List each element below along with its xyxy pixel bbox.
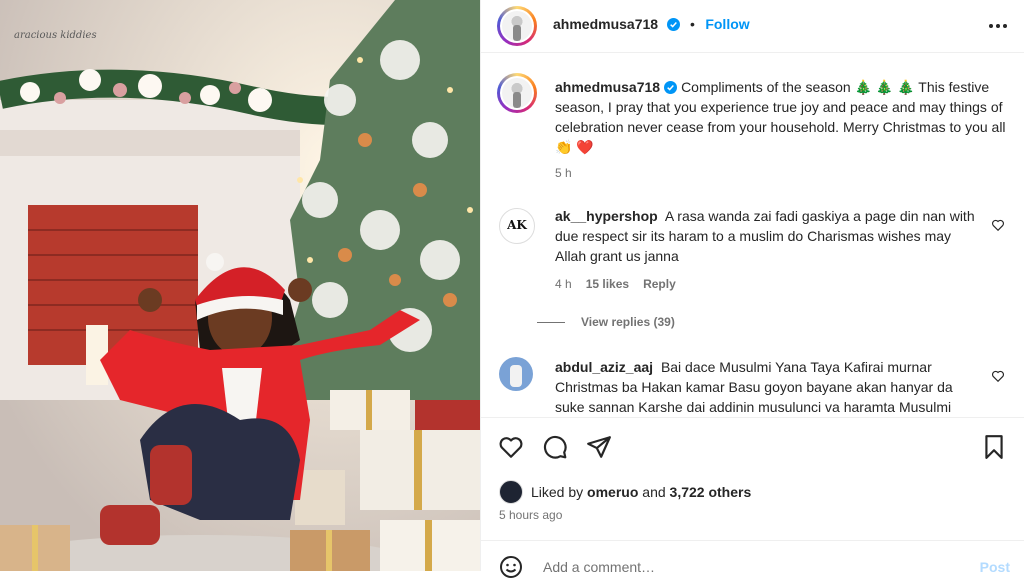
caption-time: 5 h bbox=[555, 166, 572, 180]
author-avatar[interactable] bbox=[497, 6, 537, 46]
add-comment-bar: Add a comment… Post bbox=[481, 540, 1024, 581]
commenter-avatar[interactable]: AK bbox=[499, 208, 535, 244]
emoji-icon[interactable] bbox=[499, 555, 523, 579]
more-options-icon[interactable] bbox=[988, 16, 1008, 36]
comment-like-icon[interactable] bbox=[991, 218, 1005, 232]
post-timestamp[interactable]: 5 hours ago bbox=[499, 508, 562, 522]
comment-likes[interactable]: 15 likes bbox=[586, 274, 629, 294]
comment-username[interactable]: abdul_aziz_aaj bbox=[555, 359, 653, 375]
action-bar bbox=[481, 417, 1024, 476]
post-side-panel: ahmedmusa718 • Follow ahmedmusa718 Compl… bbox=[480, 0, 1024, 578]
liker-avatar[interactable] bbox=[499, 480, 523, 504]
post-dialog: aracious kiddies ahmedmusa718 • Follow a… bbox=[0, 0, 1024, 578]
commenter-avatar[interactable] bbox=[499, 357, 533, 391]
comment-bubble-icon[interactable] bbox=[542, 434, 568, 460]
post-header: ahmedmusa718 • Follow bbox=[481, 0, 1024, 53]
author-username[interactable]: ahmedmusa718 bbox=[553, 16, 658, 32]
reply-button[interactable]: Reply bbox=[643, 274, 676, 294]
comment-like-icon[interactable] bbox=[991, 369, 1005, 383]
like-heart-icon[interactable] bbox=[498, 434, 524, 460]
follow-button[interactable]: Follow bbox=[705, 16, 749, 32]
likes-summary: Liked by omeruo and 3,722 others bbox=[499, 480, 751, 504]
save-bookmark-icon[interactable] bbox=[981, 434, 1007, 460]
post-comment-button[interactable]: Post bbox=[980, 559, 1010, 575]
post-photo[interactable]: aracious kiddies bbox=[0, 0, 480, 571]
comment-username[interactable]: ak__hypershop bbox=[555, 208, 658, 224]
photo-illustration bbox=[0, 0, 480, 571]
comments-section[interactable]: ahmedmusa718 Compliments of the season 🎄 … bbox=[481, 53, 1024, 417]
caption-verified-icon bbox=[664, 81, 678, 94]
comment-time: 4 h bbox=[555, 277, 572, 291]
share-send-icon[interactable] bbox=[586, 434, 612, 460]
caption-username[interactable]: ahmedmusa718 bbox=[555, 79, 660, 95]
caption-author-avatar[interactable] bbox=[497, 73, 537, 113]
verified-badge-icon bbox=[666, 18, 680, 31]
photo-watermark: aracious kiddies bbox=[14, 30, 97, 41]
likes-count[interactable]: 3,722 others bbox=[670, 484, 752, 500]
view-replies-button[interactable]: View replies (39) bbox=[537, 315, 675, 329]
header-separator: • bbox=[689, 16, 695, 32]
add-comment-input[interactable]: Add a comment… bbox=[543, 559, 655, 575]
liker-username[interactable]: omeruo bbox=[587, 484, 638, 500]
